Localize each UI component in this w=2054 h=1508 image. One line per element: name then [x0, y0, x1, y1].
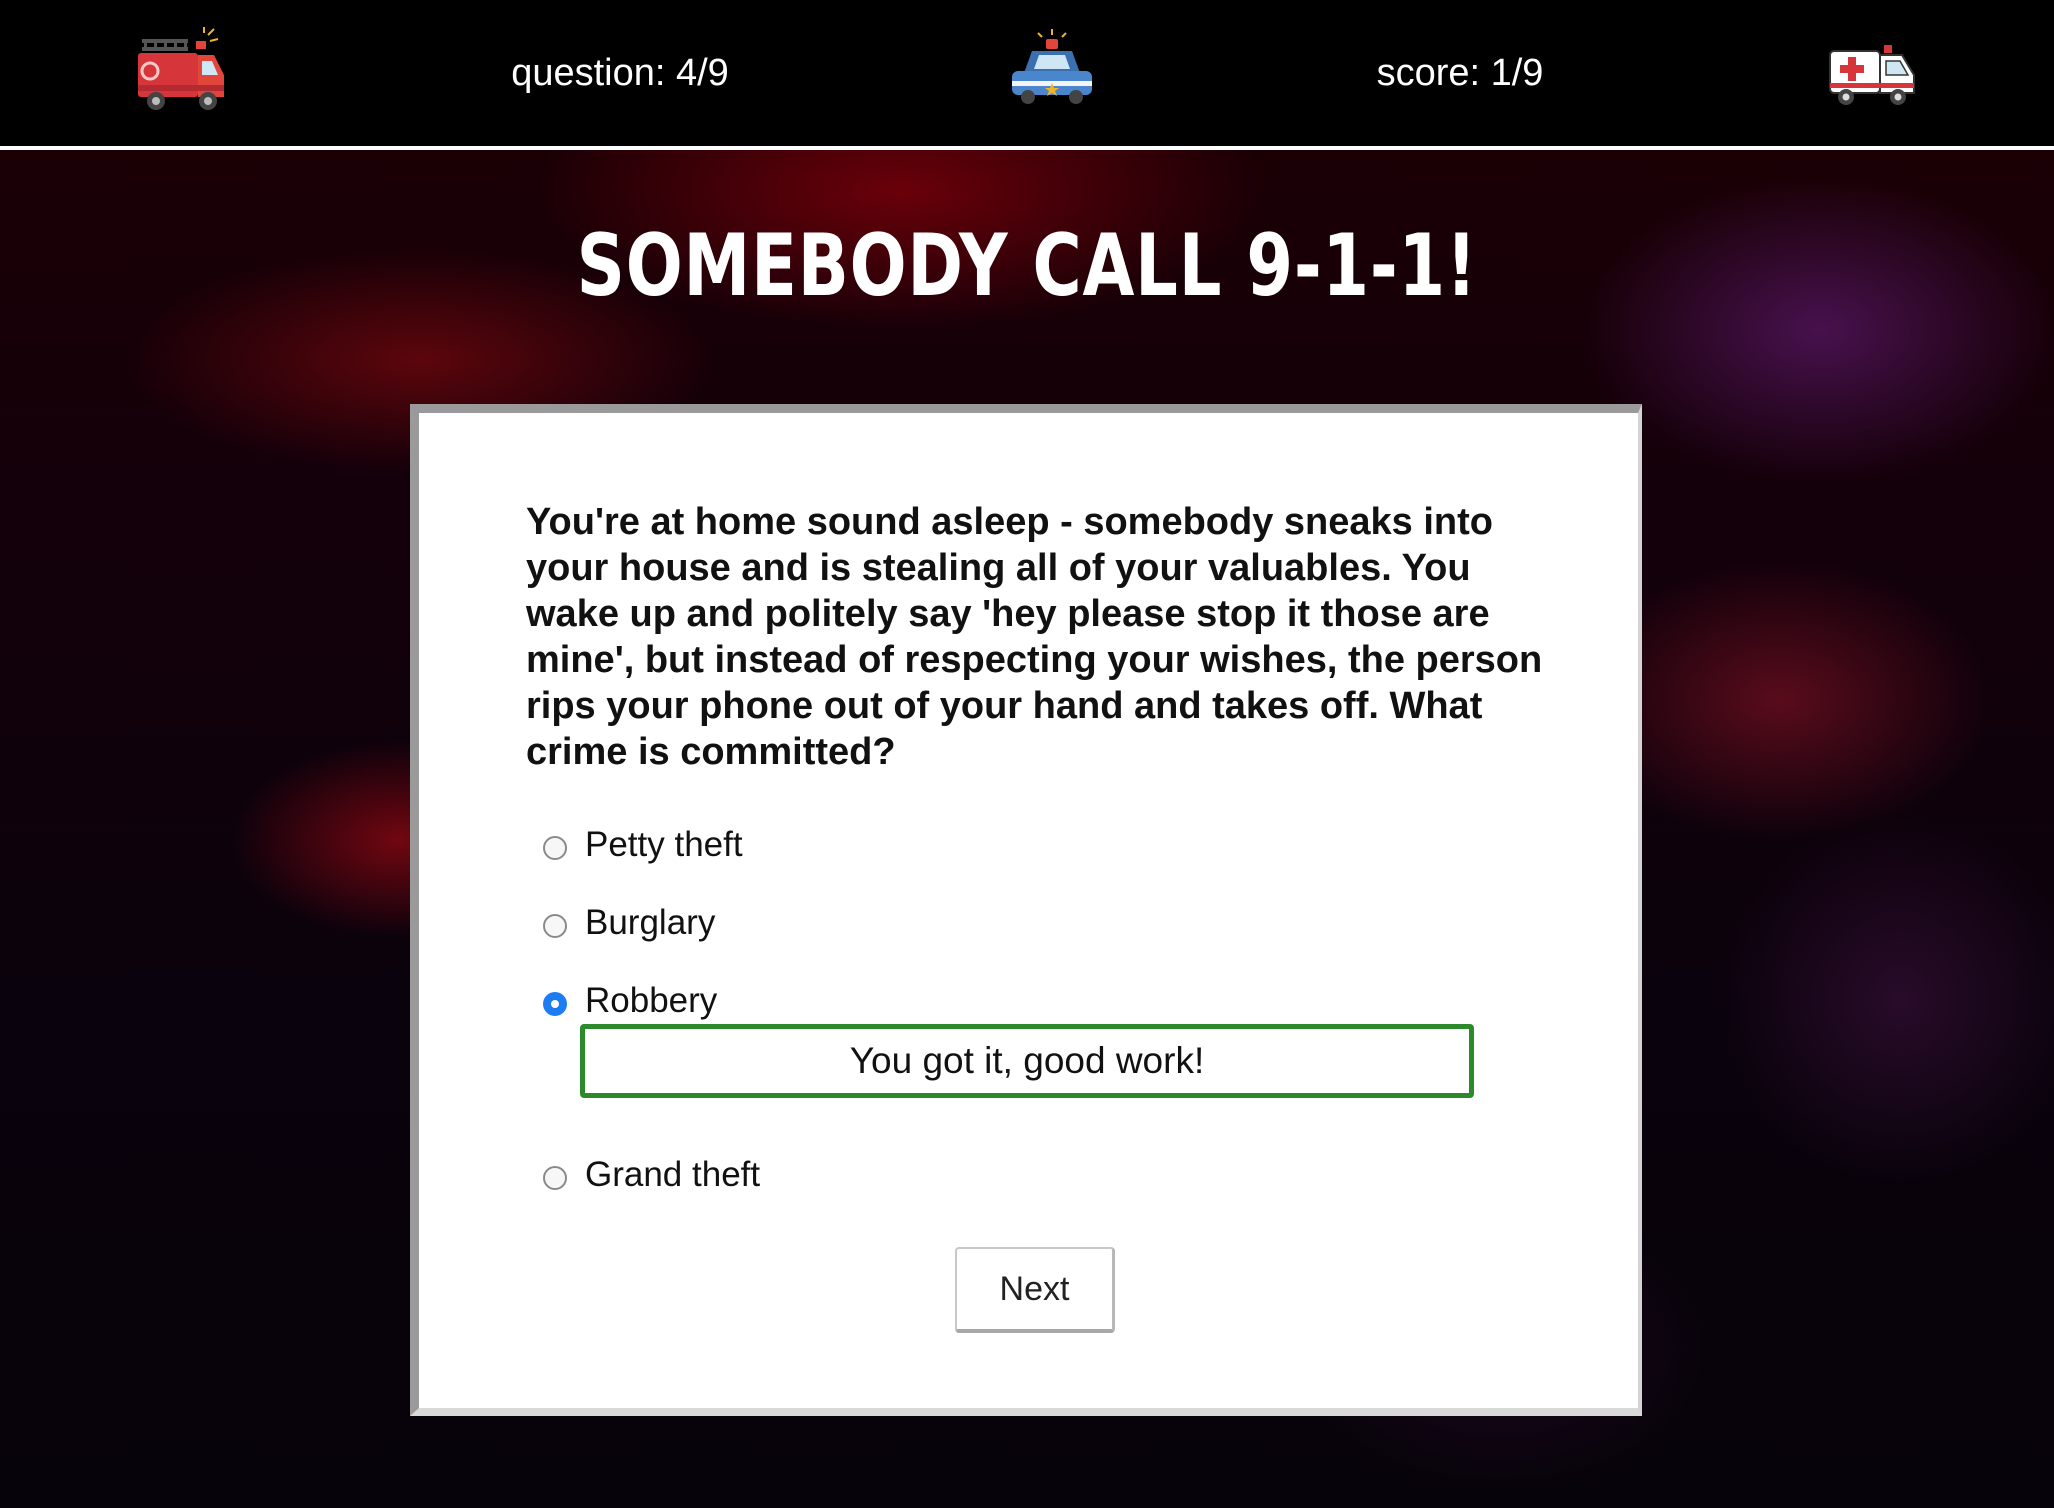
score-counter: score: 1/9: [1376, 51, 1544, 94]
option-petty-theft[interactable]: Petty theft: [543, 820, 743, 870]
question-counter: question: 4/9: [511, 51, 729, 94]
answer-feedback: You got it, good work!: [580, 1024, 1474, 1098]
question-text: You're at home sound asleep - somebody s…: [526, 501, 1543, 773]
option-radio[interactable]: [543, 836, 567, 860]
page-title: SOMEBODY CALL 9-1-1!: [576, 216, 1478, 316]
option-label[interactable]: Burglary: [585, 903, 715, 943]
option-robbery[interactable]: Robbery: [543, 976, 717, 1026]
option-label[interactable]: Grand theft: [585, 1155, 760, 1195]
option-label[interactable]: Robbery: [585, 981, 717, 1021]
police-car-icon: [1004, 0, 1100, 146]
option-label[interactable]: Petty theft: [585, 825, 743, 865]
quiz-card: You're at home sound asleep - somebody s…: [410, 404, 1642, 1416]
top-bar: question: 4/9 score: 1/9: [0, 0, 2054, 150]
option-grand-theft[interactable]: Grand theft: [543, 1150, 760, 1200]
option-radio[interactable]: [543, 1166, 567, 1190]
fire-truck-icon: [134, 0, 230, 146]
option-burglary[interactable]: Burglary: [543, 898, 715, 948]
option-radio-selected[interactable]: [543, 992, 567, 1016]
next-button[interactable]: Next: [955, 1247, 1115, 1333]
ambulance-icon: [1824, 0, 1920, 146]
option-radio[interactable]: [543, 914, 567, 938]
